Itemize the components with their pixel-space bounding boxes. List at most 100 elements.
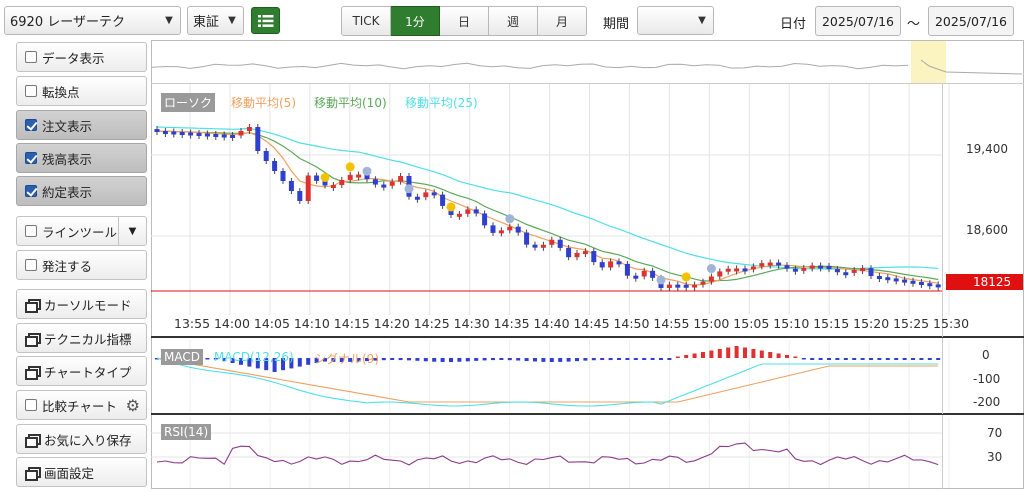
- macd-scale-label: -100: [973, 372, 1000, 386]
- chart-type-button[interactable]: チャートタイプ: [16, 356, 147, 386]
- candle-body: [633, 275, 639, 279]
- macd-bar: [709, 350, 714, 358]
- macd-bar: [407, 358, 411, 361]
- macd-bar: [743, 347, 747, 358]
- macd-bar: [600, 358, 605, 361]
- execution-marker-icon: [362, 166, 372, 176]
- candle-body: [188, 132, 194, 136]
- candle-body: [801, 267, 807, 271]
- macd-bar: [541, 358, 546, 362]
- tab-week[interactable]: 週: [489, 6, 538, 36]
- candle-body: [918, 282, 924, 285]
- market-select[interactable]: 東証 ▼: [187, 6, 244, 35]
- tab-tick[interactable]: TICK: [341, 6, 391, 36]
- candle-body: [524, 232, 530, 245]
- candle-body: [818, 265, 824, 269]
- turning-point-toggle[interactable]: 転換点: [16, 76, 147, 106]
- candle-body: [616, 261, 622, 265]
- candle-body: [608, 261, 614, 268]
- order-display-toggle[interactable]: 注文表示: [16, 110, 147, 140]
- popup-window-icon: [25, 433, 41, 448]
- date-label: 日付: [780, 17, 807, 32]
- macd-bar: [205, 358, 210, 360]
- candle-body: [196, 133, 202, 136]
- stock-select[interactable]: 6920 レーザーテク ▼: [4, 6, 181, 35]
- tab-1min[interactable]: 1分: [391, 6, 440, 36]
- tab-day[interactable]: 日: [440, 6, 489, 36]
- chevron-down-icon: ▼: [228, 15, 236, 26]
- macd-bar: [533, 358, 537, 362]
- screen-settings-button[interactable]: 画面設定: [16, 457, 147, 487]
- date-to-input[interactable]: 2025/07/16: [928, 6, 1014, 36]
- macd-bar: [306, 358, 311, 365]
- macd-bar: [927, 358, 932, 360]
- gear-icon[interactable]: ⚙: [126, 396, 140, 415]
- candle-body: [490, 225, 496, 233]
- time-label: 14:00: [214, 316, 250, 331]
- position-display-label: 残高表示: [42, 151, 93, 167]
- candle-body: [910, 280, 916, 284]
- macd-bar: [633, 358, 638, 360]
- candle-body: [347, 174, 353, 180]
- candle-body: [162, 131, 168, 134]
- data-display-toggle[interactable]: データ表示: [16, 42, 147, 72]
- macd-bar: [583, 358, 588, 361]
- macd-bar: [902, 358, 907, 360]
- macd-label: MACD: [161, 349, 203, 365]
- macd-bar: [625, 358, 630, 360]
- order-display-label: 注文表示: [42, 118, 93, 134]
- position-display-toggle[interactable]: 残高表示: [16, 143, 147, 173]
- line-tool-button[interactable]: ラインツール ▼: [16, 216, 147, 246]
- rsi-scale-label: 70: [987, 426, 1002, 440]
- stock-select-value: 6920 レーザーテク: [10, 15, 125, 30]
- macd-bar: [381, 358, 386, 361]
- macd-scale-label: -200: [973, 395, 1000, 409]
- candle-body: [599, 262, 605, 268]
- place-order-toggle[interactable]: 発注する: [16, 250, 147, 280]
- date-from-input[interactable]: 2025/07/16: [815, 6, 901, 36]
- macd-bar: [465, 358, 470, 362]
- macd-bar: [768, 352, 773, 358]
- compare-chart-toggle[interactable]: 比較チャート ⚙: [16, 390, 147, 420]
- candle-body: [675, 284, 681, 288]
- macd-scale-label: 0: [982, 348, 990, 362]
- period-select[interactable]: ▼: [637, 6, 714, 35]
- candle-body: [532, 244, 538, 248]
- candle-body: [700, 281, 706, 285]
- chart-area[interactable]: 13:55 14:00 14:05 14:10 14:15 14:20 14:25 14:30…: [151, 40, 1024, 489]
- candle-body: [440, 194, 446, 206]
- execution-marker-icon: [681, 272, 691, 282]
- legend-ma5: 移動平均(5): [231, 96, 296, 110]
- chevron-down-icon[interactable]: ▼: [118, 217, 146, 245]
- macd-bar: [911, 358, 915, 360]
- execution-marker-icon: [404, 184, 414, 194]
- candle-body: [171, 131, 177, 135]
- tab-month[interactable]: 月: [538, 6, 587, 36]
- execution-marker-icon: [320, 172, 330, 182]
- macd-bar: [591, 358, 596, 361]
- candle-body: [507, 226, 513, 231]
- popup-window-icon: [25, 332, 41, 347]
- ma10-line: [156, 130, 939, 282]
- data-display-label: データ表示: [42, 50, 105, 66]
- macd-bar: [423, 358, 428, 362]
- macd-bar: [675, 356, 680, 358]
- cursor-mode-button[interactable]: カーソルモード: [16, 289, 147, 319]
- candle-body: [213, 134, 219, 137]
- candle-body: [473, 209, 479, 214]
- candle-body: [591, 251, 597, 263]
- technical-indicator-button[interactable]: テクニカル指標: [16, 323, 147, 353]
- time-label: 14:15: [334, 316, 370, 331]
- save-favorite-button[interactable]: お気に入り保存: [16, 424, 147, 454]
- macd-bar: [575, 358, 579, 362]
- checkbox-checked-icon: [25, 152, 37, 164]
- popup-window-icon: [25, 466, 41, 481]
- chevron-down-icon: ▼: [165, 15, 173, 26]
- candle-body: [834, 269, 840, 273]
- period-label: 期間: [603, 17, 630, 32]
- candle-body: [893, 278, 899, 282]
- turning-point-label: 転換点: [42, 84, 80, 100]
- macd-bar: [894, 358, 899, 360]
- list-button[interactable]: [251, 7, 280, 34]
- execution-display-toggle[interactable]: 約定表示: [16, 176, 147, 206]
